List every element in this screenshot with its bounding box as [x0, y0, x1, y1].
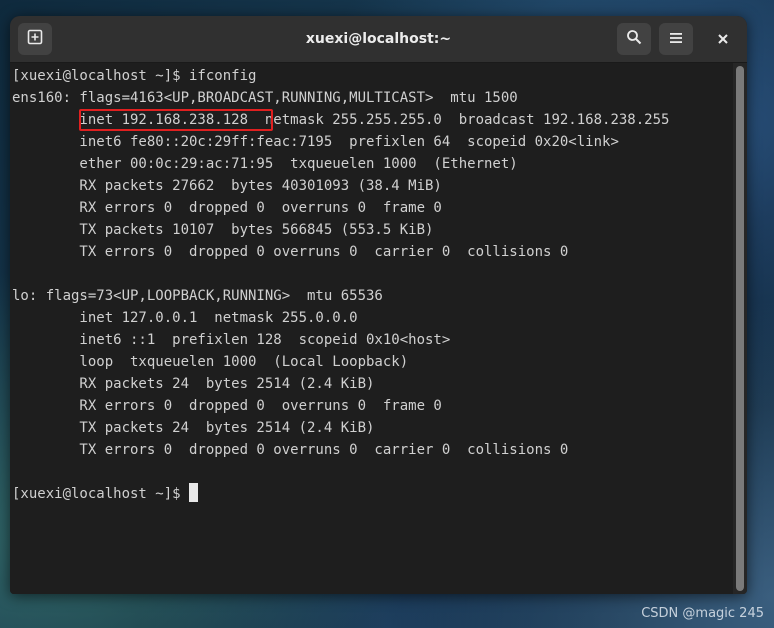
- terminal-line: loop txqueuelen 1000 (Local Loopback): [12, 354, 409, 370]
- terminal-line: RX packets 24 bytes 2514 (2.4 KiB): [12, 376, 375, 392]
- terminal-window: xuexi@localhost:~ [xuexi@localhost ~]$ i…: [10, 16, 747, 594]
- terminal-line: ens160: flags=4163<UP,BROADCAST,RUNNING,…: [12, 90, 518, 106]
- new-tab-icon: [27, 29, 43, 49]
- hamburger-menu-icon: [669, 30, 683, 49]
- terminal-line: inet6 fe80::20c:29ff:feac:7195 prefixlen…: [12, 134, 619, 150]
- search-button[interactable]: [617, 23, 651, 55]
- terminal-line: inet 127.0.0.1 netmask 255.0.0.0: [12, 310, 358, 326]
- terminal-line: [xuexi@localhost ~]$ ifconfig: [12, 68, 257, 84]
- close-button[interactable]: [706, 23, 740, 55]
- menu-button[interactable]: [659, 23, 693, 55]
- terminal-output[interactable]: [xuexi@localhost ~]$ ifconfig ens160: fl…: [10, 63, 733, 594]
- inet-address-highlight: [79, 109, 273, 131]
- terminal-line: TX packets 24 bytes 2514 (2.4 KiB): [12, 420, 375, 436]
- vertical-scrollbar[interactable]: [733, 63, 747, 594]
- text-cursor: [189, 483, 199, 502]
- watermark: CSDN @magic 245: [641, 606, 764, 621]
- terminal-prompt: [xuexi@localhost ~]$: [12, 486, 190, 502]
- close-icon: [717, 30, 729, 49]
- terminal-line: inet6 ::1 prefixlen 128 scopeid 0x10<hos…: [12, 332, 451, 348]
- terminal-line: TX errors 0 dropped 0 overruns 0 carrier…: [12, 442, 569, 458]
- terminal-line: TX errors 0 dropped 0 overruns 0 carrier…: [12, 244, 569, 260]
- terminal-line: TX packets 10107 bytes 566845 (553.5 KiB…: [12, 222, 434, 238]
- title-bar[interactable]: xuexi@localhost:~: [10, 16, 747, 63]
- terminal-line: RX packets 27662 bytes 40301093 (38.4 Mi…: [12, 178, 442, 194]
- new-tab-button[interactable]: [18, 23, 52, 55]
- terminal-line: lo: flags=73<UP,LOOPBACK,RUNNING> mtu 65…: [12, 288, 383, 304]
- terminal-line: RX errors 0 dropped 0 overruns 0 frame 0: [12, 200, 442, 216]
- terminal-line: RX errors 0 dropped 0 overruns 0 frame 0: [12, 398, 442, 414]
- terminal-line: ether 00:0c:29:ac:71:95 txqueuelen 1000 …: [12, 156, 518, 172]
- search-icon: [626, 29, 642, 49]
- terminal-prompt-line[interactable]: [xuexi@localhost ~]$: [12, 483, 199, 505]
- scrollbar-thumb[interactable]: [736, 66, 744, 591]
